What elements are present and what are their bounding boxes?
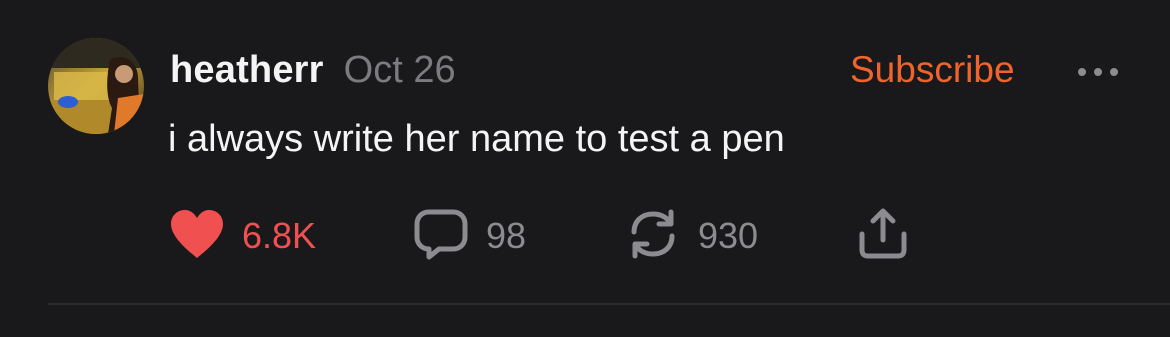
avatar[interactable] [48, 38, 144, 134]
subscribe-button[interactable]: Subscribe [850, 49, 1015, 91]
share-button[interactable] [854, 208, 912, 264]
divider [48, 303, 1170, 305]
post-card: heatherr Oct 26 Subscribe i always write… [0, 0, 1170, 337]
avatar-image [48, 38, 144, 134]
repost-count: 930 [698, 215, 759, 256]
repost-button[interactable]: 930 [624, 208, 758, 264]
comment-count: 98 [486, 215, 527, 256]
comment-bubble-icon [412, 206, 470, 267]
post-text: i always write her name to test a pen [168, 118, 785, 160]
comment-button[interactable]: 98 [412, 208, 526, 264]
heart-icon [168, 208, 226, 265]
post-header: heatherr Oct 26 [170, 49, 456, 97]
post-date: Oct 26 [343, 49, 456, 91]
share-icon [854, 206, 912, 267]
like-button[interactable]: 6.8K [168, 208, 316, 264]
repost-icon [624, 206, 682, 267]
like-count: 6.8K [242, 215, 317, 256]
action-bar: 6.8K 98 930 [168, 208, 948, 264]
username[interactable]: heatherr [170, 49, 324, 92]
more-horizontal-icon[interactable] [1074, 60, 1122, 84]
